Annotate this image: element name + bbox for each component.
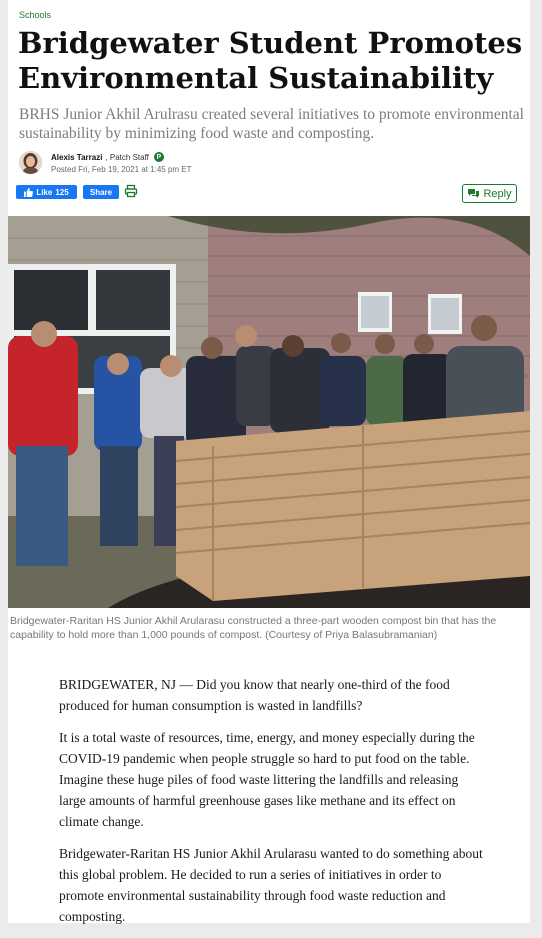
print-icon[interactable] — [124, 184, 138, 198]
posted-date: Posted Fri, Feb 19, 2021 at 1:45 pm ET — [51, 165, 192, 174]
like-label: Like — [36, 187, 53, 197]
reply-label: Reply — [483, 187, 512, 200]
speech-bubbles-icon — [468, 189, 480, 198]
patch-badge-icon: P — [153, 152, 164, 162]
thumbs-up-icon — [24, 187, 34, 197]
reply-button[interactable]: Reply — [462, 184, 517, 203]
like-count: 125 — [55, 187, 69, 197]
photo-caption: Bridgewater-Raritan HS Junior Akhil Arul… — [10, 615, 497, 641]
body-paragraph: It is a total waste of resources, time, … — [59, 730, 475, 829]
facebook-like-button[interactable]: Like 125 — [16, 185, 77, 199]
article-photo[interactable] — [8, 216, 530, 608]
author-avatar[interactable] — [19, 151, 42, 174]
facebook-share-button[interactable]: Share — [83, 185, 119, 199]
author-byline: Alexis Tarrazi, Patch Staff P — [51, 152, 164, 162]
author-role: , Patch Staff — [105, 152, 149, 162]
article-body: BRIDGEWATER, NJ — Did you know that near… — [59, 674, 484, 938]
author-name[interactable]: Alexis Tarrazi — [51, 153, 102, 162]
article-dek: BRHS Junior Akhil Arulrasu created sever… — [19, 106, 524, 142]
article-page: Schools Bridgewater Student Promotes Env… — [8, 0, 530, 924]
article-headline: Bridgewater Student Promotes Environment… — [18, 26, 523, 95]
body-paragraph: BRIDGEWATER, NJ — Did you know that near… — [59, 677, 450, 713]
body-paragraph: Bridgewater-Raritan HS Junior Akhil Arul… — [59, 846, 483, 924]
category-link[interactable]: Schools — [19, 10, 51, 20]
